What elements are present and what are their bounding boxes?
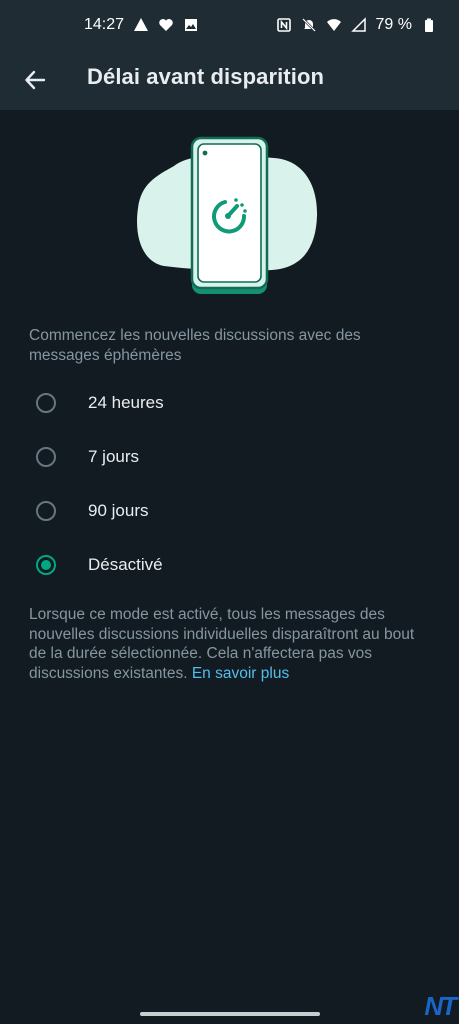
wifi-icon [326,19,341,31]
watermark-logo: NT [424,991,457,1021]
disappearing-timer-illustration [137,136,318,294]
image-icon [185,19,198,31]
nfc-icon [276,18,291,32]
page-title: Délai avant disparition [87,64,325,89]
status-bar: 14:27 79 % [0,0,459,50]
signal-icon [350,17,366,32]
info-note: Lorsque ce mode est activé, tous les mes… [29,605,429,683]
radio-7-days[interactable] [36,447,56,467]
option-label: 90 jours [88,501,149,520]
intro-text: Commencez les nouvelles discussions avec… [29,327,361,364]
battery-icon [425,18,433,32]
learn-more-link[interactable]: En savoir plus [192,665,289,682]
gesture-nav-bar[interactable] [140,1012,320,1016]
option-label: Désactivé [88,555,163,574]
radio-off[interactable] [36,555,56,575]
option-label: 7 jours [88,447,140,466]
radio-90-days[interactable] [36,501,56,521]
option-7-days[interactable]: 7 jours [0,433,459,483]
navigation-icon [134,18,149,31]
battery-percent: 79 % [375,16,412,33]
radio-24-hours[interactable] [36,393,56,413]
option-off[interactable]: Désactivé [0,541,459,591]
option-label: 24 heures [88,393,164,412]
app-bar: Délai avant disparition [0,50,459,110]
option-24-hours[interactable]: 24 heures [0,379,459,429]
status-time: 14:27 [84,16,125,33]
heart-icon [159,19,173,31]
mute-bell-icon [301,18,316,32]
arrow-left-icon [25,70,46,90]
option-90-days[interactable]: 90 jours [0,487,459,537]
back-button[interactable] [20,65,50,95]
